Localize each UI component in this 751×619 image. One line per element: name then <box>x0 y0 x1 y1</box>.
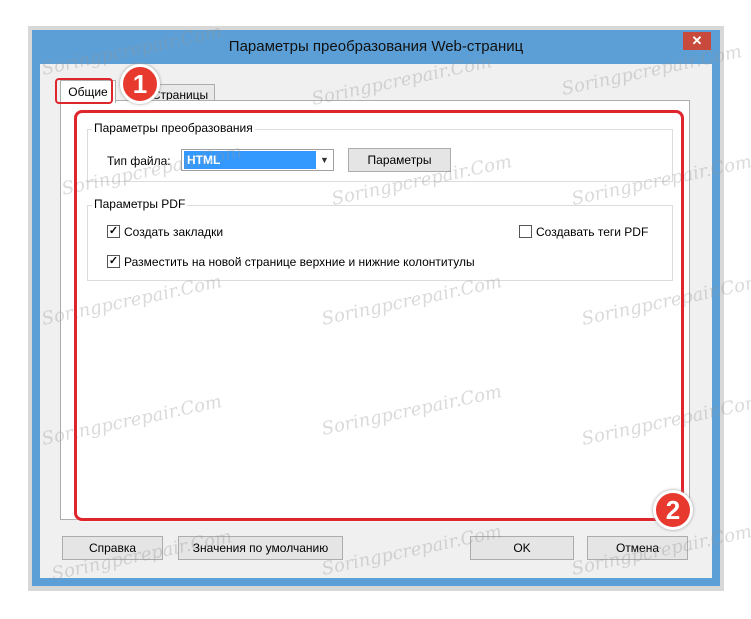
content-highlight <box>74 110 684 521</box>
tab-highlight <box>55 78 113 104</box>
step-badge-1: 1 <box>120 64 160 104</box>
step-badge-2: 2 <box>653 490 693 530</box>
